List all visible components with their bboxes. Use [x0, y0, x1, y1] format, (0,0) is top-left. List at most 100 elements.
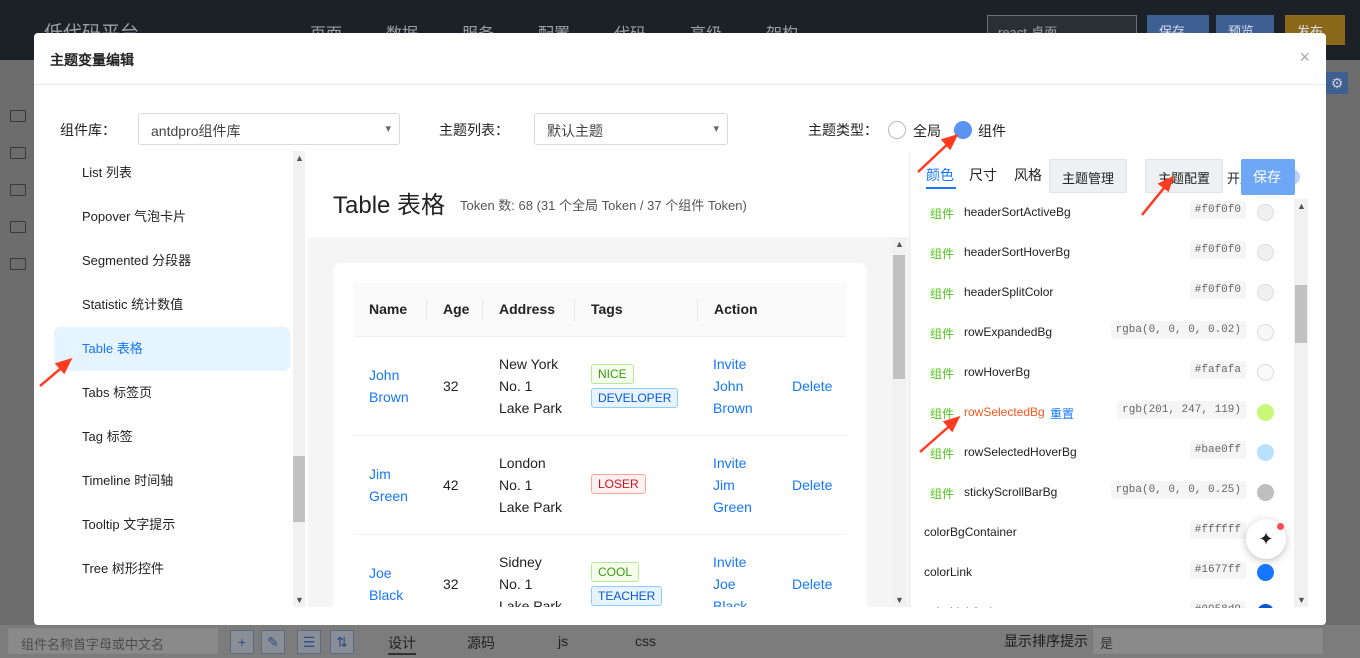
token-value[interactable]: #f0f0f0 — [1189, 241, 1246, 259]
color-swatch[interactable] — [1257, 204, 1274, 221]
token-row[interactable]: colorBgContainer #ffffff — [910, 513, 1294, 553]
component-list-item[interactable]: List 列表 — [54, 151, 290, 195]
close-icon[interactable]: × — [1299, 47, 1310, 68]
list-icon[interactable]: ☰ — [297, 630, 321, 654]
component-list-scrollbar[interactable]: ▲ ▼ — [293, 151, 305, 607]
component-list: List 列表 Popover 气泡卡片 Segmented 分段器 Stati… — [54, 151, 290, 607]
tab-size[interactable]: 尺寸 — [969, 165, 997, 185]
component-list-item[interactable]: Tag 标签 — [54, 415, 290, 459]
add-icon[interactable]: + — [230, 630, 254, 654]
component-list-item-active[interactable]: Table 表格 — [54, 327, 290, 371]
token-row[interactable]: 组件 headerSortActiveBg #f0f0f0 — [910, 193, 1294, 233]
token-value[interactable]: #f0f0f0 — [1189, 201, 1246, 219]
token-value[interactable]: #0958d9 — [1189, 601, 1246, 608]
theme-list-select[interactable]: 默认主题 ▾ — [534, 113, 728, 145]
token-row[interactable]: 组件 stickyScrollBarBg rgba(0, 0, 0, 0.25) — [910, 473, 1294, 513]
component-search-input[interactable]: 组件名称首字母或中文名 — [8, 628, 218, 654]
delete-link[interactable]: Delete — [792, 573, 832, 595]
delete-link[interactable]: Delete — [792, 474, 832, 496]
gear-icon[interactable]: ⚙ — [1326, 72, 1348, 94]
scroll-down-icon[interactable]: ▼ — [295, 595, 304, 605]
invite-line: Brown — [713, 400, 753, 416]
radio-global[interactable] — [888, 121, 906, 139]
theme-manage-button[interactable]: 主题管理 — [1049, 159, 1128, 193]
invite-link[interactable]: Invite John Brown — [713, 353, 753, 419]
token-row[interactable]: colorLink #1677ff — [910, 553, 1294, 593]
color-swatch[interactable] — [1257, 404, 1274, 421]
name-link[interactable]: John Brown — [369, 364, 409, 408]
token-row[interactable]: 组件 rowHoverBg #fafafa — [910, 353, 1294, 393]
column-header[interactable]: Address — [499, 301, 555, 317]
delete-link[interactable]: Delete — [792, 375, 832, 397]
component-list-item[interactable]: Statistic 统计数值 — [54, 283, 290, 327]
column-header[interactable]: Action — [714, 301, 758, 317]
color-swatch[interactable] — [1257, 484, 1274, 501]
color-swatch[interactable] — [1257, 364, 1274, 381]
scroll-up-icon[interactable]: ▲ — [1297, 201, 1306, 211]
tab-source[interactable]: 源码 — [467, 633, 495, 653]
token-value[interactable]: rgb(201, 247, 119) — [1117, 401, 1246, 419]
preview-scrollbar[interactable]: ▲ ▼ — [892, 237, 906, 607]
component-list-item[interactable]: Tree 树形控件 — [54, 547, 290, 591]
sort-icon[interactable]: ⇅ — [330, 630, 354, 654]
theme-type-label: 主题类型： — [808, 122, 878, 138]
token-row[interactable]: 组件 headerSortHoverBg #f0f0f0 — [910, 233, 1294, 273]
column-header[interactable]: Name — [369, 301, 407, 317]
scrollbar-thumb[interactable] — [1295, 285, 1307, 343]
wrench-icon[interactable]: ✎ — [261, 630, 285, 654]
tab-css[interactable]: css — [635, 633, 656, 649]
scroll-down-icon[interactable]: ▼ — [895, 595, 904, 605]
name-link[interactable]: Jim Green — [369, 463, 408, 507]
color-swatch[interactable] — [1257, 244, 1274, 261]
scroll-up-icon[interactable]: ▲ — [895, 239, 904, 249]
tab-color[interactable]: 颜色 — [926, 165, 954, 185]
token-list: 组件 headerSortActiveBg #f0f0f0 组件 headerS… — [910, 193, 1294, 608]
token-value[interactable]: rgba(0, 0, 0, 0.25) — [1110, 481, 1246, 499]
component-list-item[interactable]: Timeline 时间轴 — [54, 459, 290, 503]
tab-style[interactable]: 风格 — [1014, 165, 1042, 185]
token-value[interactable]: #ffffff — [1189, 521, 1246, 539]
scrollbar-thumb[interactable] — [893, 255, 905, 379]
token-row[interactable]: 组件 rowExpandedBg rgba(0, 0, 0, 0.02) — [910, 313, 1294, 353]
save-button[interactable]: 保存 — [1241, 159, 1295, 195]
component-list-item[interactable]: Popover 气泡卡片 — [54, 195, 290, 239]
color-swatch[interactable] — [1257, 564, 1274, 581]
token-row[interactable]: 组件 headerSplitColor #f0f0f0 — [910, 273, 1294, 313]
token-row[interactable]: 组件 rowSelectedHoverBg #bae0ff — [910, 433, 1294, 473]
token-value[interactable]: #fafafa — [1189, 361, 1246, 379]
token-value[interactable]: #bae0ff — [1189, 441, 1246, 459]
lib-select[interactable]: antdpro组件库 ▾ — [138, 113, 400, 145]
scrollbar-thumb[interactable] — [293, 456, 305, 522]
name-line: Green — [369, 488, 408, 504]
token-value[interactable]: #1677ff — [1189, 561, 1246, 579]
address-line: No. 1 — [499, 477, 533, 493]
component-list-item[interactable]: Tabs 标签页 — [54, 371, 290, 415]
token-name: headerSplitColor — [964, 285, 1054, 299]
name-link[interactable]: Joe Black — [369, 562, 403, 606]
column-header[interactable]: Tags — [591, 301, 623, 317]
invite-link[interactable]: Invite Jim Green — [713, 452, 752, 518]
color-swatch[interactable] — [1257, 444, 1274, 461]
token-row-modified[interactable]: 组件 rowSelectedBg 重置 rgb(201, 247, 119) — [910, 393, 1294, 433]
radio-component[interactable] — [954, 121, 972, 139]
color-swatch[interactable] — [1257, 284, 1274, 301]
preview-header: Table 表格 Token 数: 68 (31 个全局 Token / 37 … — [308, 151, 911, 237]
reset-link[interactable]: 重置 — [1050, 405, 1074, 422]
component-list-item[interactable]: Tooltip 文字提示 — [54, 503, 290, 547]
scroll-up-icon[interactable]: ▲ — [295, 153, 304, 163]
scroll-down-icon[interactable]: ▼ — [1297, 595, 1306, 605]
column-header[interactable]: Age — [443, 301, 469, 317]
invite-link[interactable]: Invite Joe Black — [713, 551, 747, 607]
sort-hint-select[interactable]: 是 — [1093, 628, 1323, 654]
token-list-scrollbar[interactable]: ▲ ▼ — [1294, 199, 1308, 607]
token-row[interactable]: colorLinkActive #0958d9 — [910, 593, 1294, 608]
tab-design[interactable]: 设计 — [388, 633, 416, 655]
component-list-item[interactable]: Segmented 分段器 — [54, 239, 290, 283]
theme-config-button[interactable]: 主题配置 — [1145, 159, 1224, 193]
tab-js[interactable]: js — [558, 633, 568, 649]
color-swatch[interactable] — [1257, 604, 1274, 608]
tags-cell: NICE DEVELOPER — [591, 364, 679, 412]
color-swatch[interactable] — [1257, 324, 1274, 341]
token-value[interactable]: #f0f0f0 — [1189, 281, 1246, 299]
token-value[interactable]: rgba(0, 0, 0, 0.02) — [1110, 321, 1246, 339]
